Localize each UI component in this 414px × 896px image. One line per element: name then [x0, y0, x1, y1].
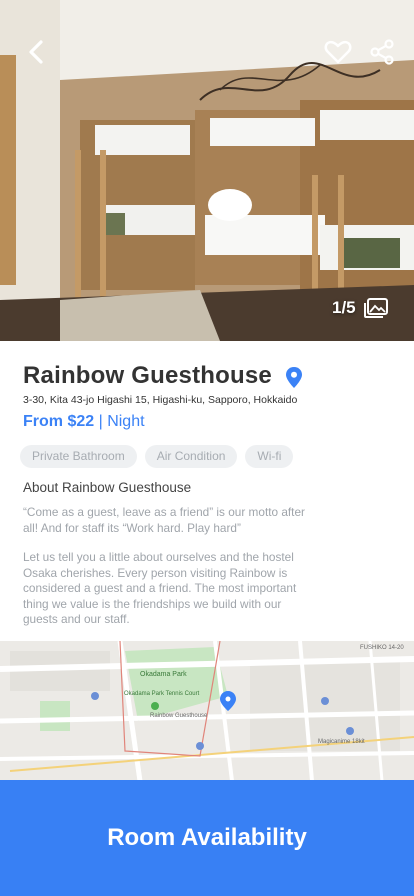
- heart-outline-icon: [324, 40, 352, 64]
- amenity-tag: Air Condition: [144, 445, 238, 468]
- hotel-address: 3-30, Kita 43-jo Higashi 15, Higashi-ku,…: [23, 394, 298, 406]
- about-heading: About Rainbow Guesthouse: [23, 480, 192, 495]
- about-paragraph: Let us tell you a little about ourselves…: [23, 550, 297, 626]
- photo-counter[interactable]: 1/5: [332, 298, 388, 318]
- map-label: FUSHIKO 14-20: [360, 645, 404, 651]
- chevron-left-icon: [29, 40, 43, 64]
- map-label: Okadama Park: [140, 671, 187, 678]
- map-label: Rainbow Guesthouse: [150, 713, 208, 719]
- favorite-button[interactable]: [320, 34, 356, 70]
- images-icon: [363, 298, 388, 318]
- price-amount: From $22: [23, 413, 95, 430]
- room-availability-button[interactable]: Room Availability: [0, 780, 414, 896]
- location-map[interactable]: Okadama Park Okadama Park Tennis Court R…: [0, 641, 414, 781]
- map-pin-icon: [286, 367, 302, 388]
- map-label: Magicanime 18kit: [318, 739, 365, 745]
- hero-photo[interactable]: 1/5: [0, 0, 414, 341]
- price-unit: | Night: [94, 413, 145, 430]
- about-paragraph: “Come as a guest, leave as a friend” is …: [23, 505, 305, 535]
- share-icon: [370, 39, 394, 65]
- share-button[interactable]: [364, 34, 400, 70]
- hotel-name: Rainbow Guesthouse: [23, 362, 272, 389]
- map-label: Okadama Park Tennis Court: [124, 691, 200, 697]
- price: From $22 | Night: [23, 413, 145, 431]
- map-graphic: [0, 641, 414, 781]
- amenity-tag: Private Bathroom: [20, 445, 137, 468]
- location-button[interactable]: [284, 366, 304, 390]
- amenity-tag: Wi-fi: [245, 445, 294, 468]
- amenity-tags: Private Bathroom Air Condition Wi-fi: [20, 445, 294, 468]
- back-button[interactable]: [18, 34, 54, 70]
- photo-counter-label: 1/5: [332, 298, 356, 317]
